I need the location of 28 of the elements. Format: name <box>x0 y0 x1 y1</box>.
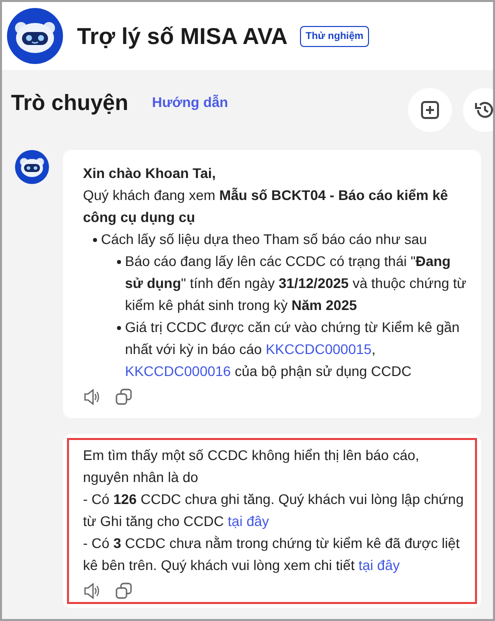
bullet-icon <box>117 260 121 264</box>
message-text: Quý khách đang xem Mẫu số BCKT04 - Báo cáo kiểm kê công cụ dụng cụ <box>83 186 449 227</box>
new-chat-button[interactable] <box>408 88 452 132</box>
guide-link[interactable]: Hướng dẫn <box>152 92 228 113</box>
message-text: Em tìm thấy một số CCDC không hiển thị lên báo cáo, nguyên nhân là do <box>83 446 420 487</box>
speaker-icon <box>83 389 101 405</box>
message-text: - Có 126 CCDC chưa ghi tăng. Quý khách vui lòng lập chứng từ Ghi tăng cho CCDC tại đây <box>83 490 465 531</box>
bullet-icon <box>93 238 97 242</box>
document-link[interactable]: KKCCDC000016 <box>125 363 231 379</box>
message-text: - Có 3 CCDC chưa nằm trong chứng từ kiểm kê đã được liệt kê bên trên. Quý khách vui lòng xem chi tiết tại đây <box>83 534 461 575</box>
copy-icon <box>115 582 133 600</box>
copy-icon <box>115 388 133 406</box>
history-icon <box>474 99 493 121</box>
list-item-text: Cách lấy số liệu dựa theo Tham số báo cáo như sau <box>101 230 428 249</box>
plus-square-icon <box>420 100 440 120</box>
document-link[interactable]: tại đây <box>358 557 400 573</box>
app-title: Trợ lý số MISA AVA <box>77 22 288 51</box>
bullet-icon <box>117 326 121 330</box>
section-title: Trò chuyện <box>11 89 130 117</box>
document-link[interactable]: tại đây <box>228 513 270 529</box>
robot-avatar-icon <box>15 150 49 184</box>
robot-logo-icon <box>7 8 63 64</box>
list-item-text: Báo cáo đang lấy lên các CCDC có trạng thái "Đang sử dụng" tính đến ngày 31/12/2025 và thuộc chứng từ kiểm kê phát sinh trong kỳ Năm 2025 <box>125 252 467 315</box>
speaker-icon <box>83 583 101 599</box>
document-link[interactable]: KKCCDC000015 <box>266 341 372 357</box>
list-item-text: Giá trị CCDC được căn cứ vào chứng từ Kiểm kê gần nhất với kỳ in báo cáo KKCCDC000015, KKCCDC000016 của bộ phận sử dụng CCDC <box>125 318 461 381</box>
trial-badge: Thử nghiệm <box>300 26 370 46</box>
greeting-text: Xin chào Khoan Tai, <box>83 164 217 183</box>
